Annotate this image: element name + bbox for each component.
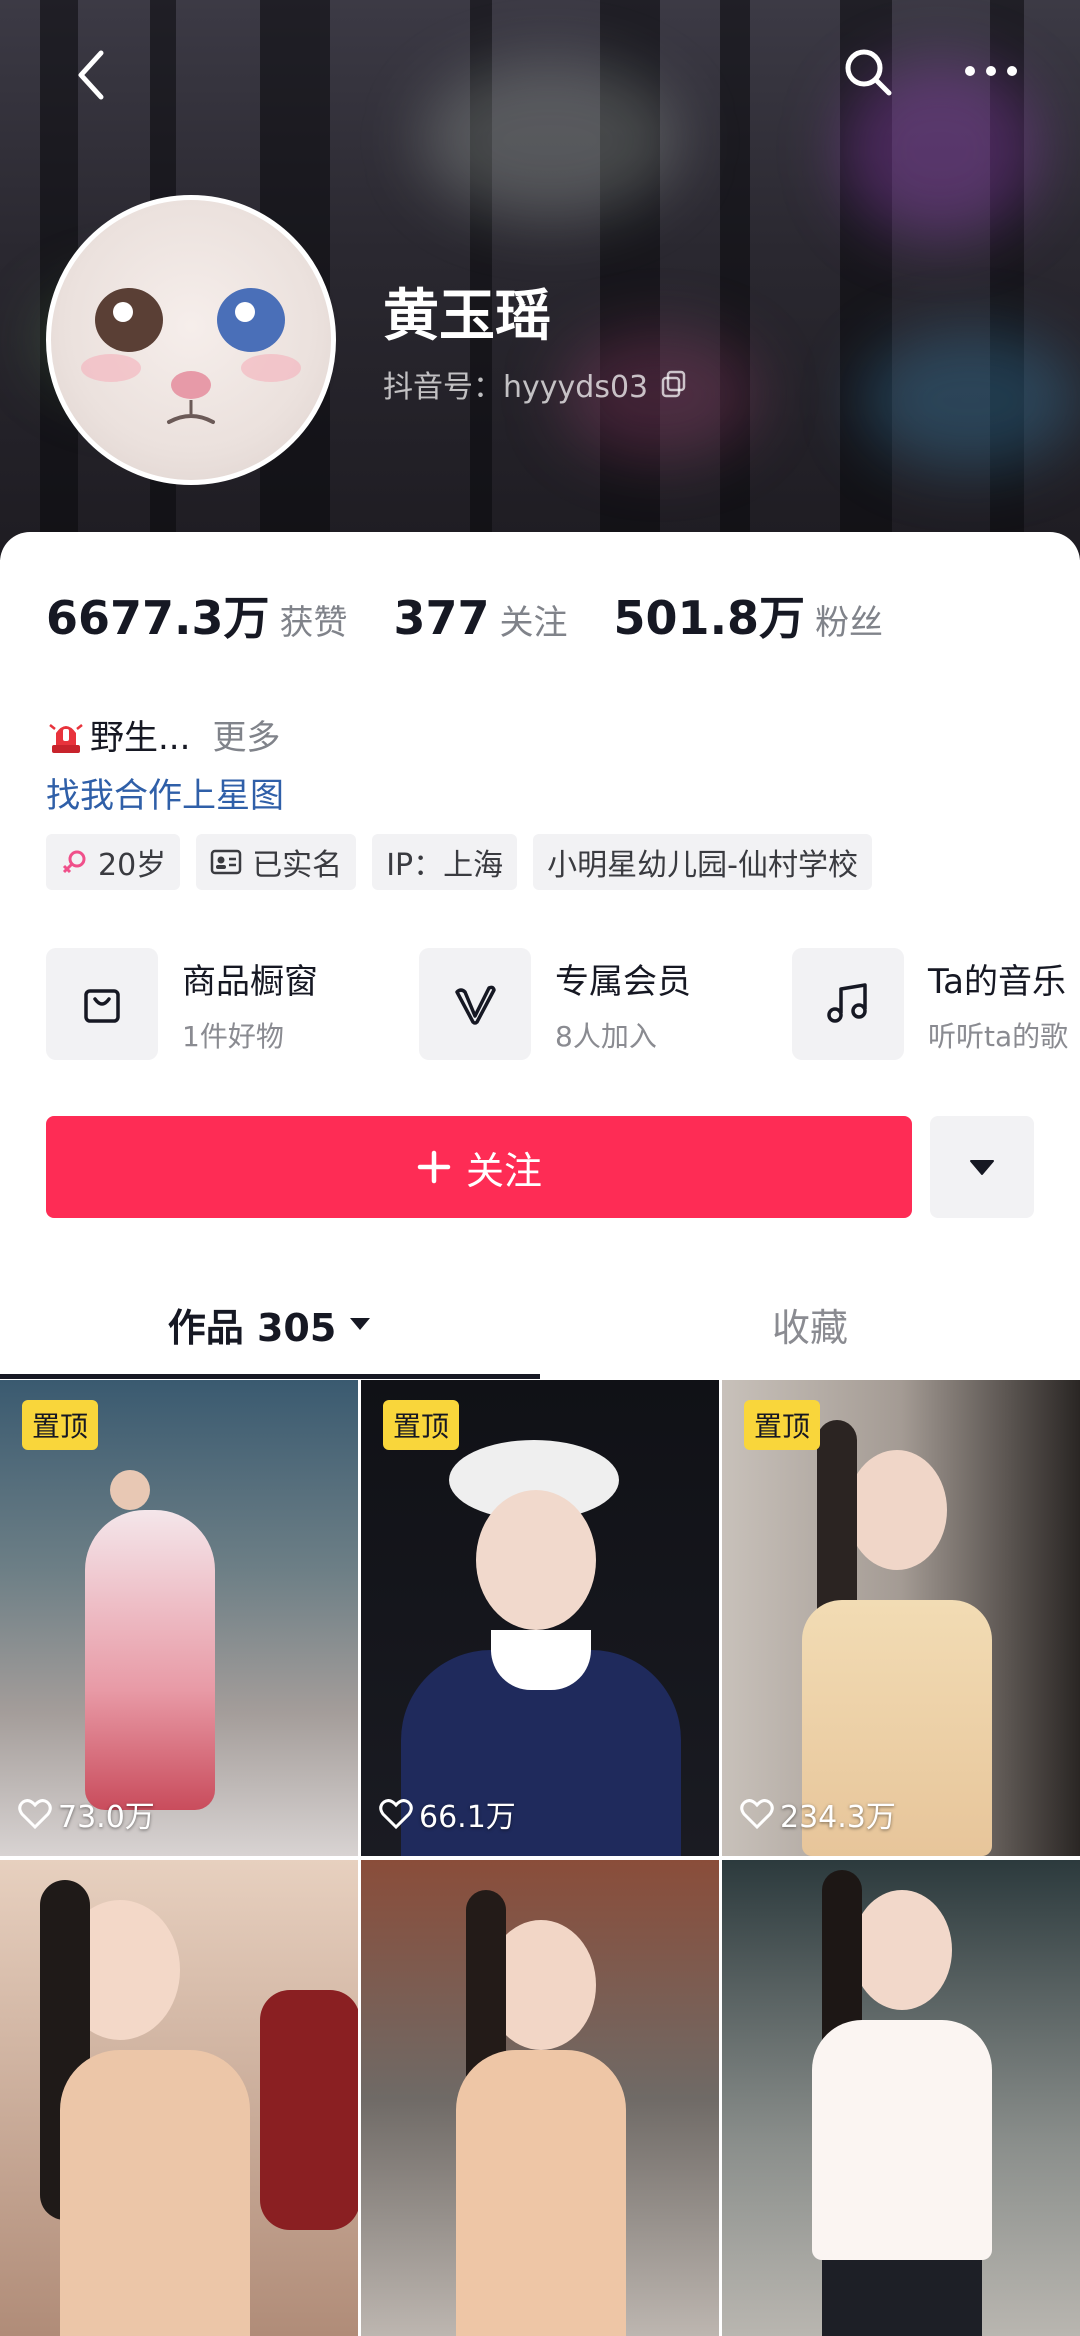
followers-label[interactable]: 粉丝 [815, 595, 883, 644]
profile-name: 黄玉瑶 [383, 284, 551, 349]
copy-icon[interactable] [660, 370, 688, 398]
shop-window-title: 商品橱窗 [182, 961, 318, 1002]
following-label[interactable]: 关注 [500, 595, 568, 644]
shopping-bag-icon [46, 948, 158, 1060]
followers-count[interactable]: 501.8万 [614, 582, 806, 648]
video-likes-count: 66.1万 [419, 1800, 516, 1835]
video-tile[interactable] [361, 1860, 719, 2336]
school-tag[interactable]: 小明星幼儿园-仙村学校 [533, 834, 872, 890]
avatar[interactable] [46, 195, 336, 485]
verified-tag-label: 已实名 [252, 848, 343, 883]
more-dots-icon [965, 66, 1017, 76]
v-badge-icon [419, 948, 531, 1060]
video-tile[interactable]: 置顶 234.3万 [722, 1380, 1080, 1856]
school-tag-label: 小明星幼儿园-仙村学校 [547, 848, 858, 883]
female-icon [62, 850, 86, 874]
back-button[interactable] [60, 40, 120, 110]
follow-button-label: 关注 [465, 1148, 542, 1193]
likes-label: 获赞 [279, 603, 348, 643]
video-likes: 73.0万 [18, 1792, 155, 1836]
membership-entry[interactable]: 专属会员 8人加入 [419, 948, 691, 1060]
plus-icon [417, 1150, 451, 1184]
shop-window-sub: 1件好物 [182, 1019, 284, 1053]
video-likes: 66.1万 [379, 1792, 516, 1836]
chevron-left-icon [78, 50, 104, 100]
follow-options-button[interactable] [930, 1116, 1034, 1218]
tab-favorites[interactable]: 收藏 [540, 1272, 1080, 1376]
music-entry[interactable]: Ta的音乐 听听ta的歌 [792, 948, 1068, 1060]
video-tile[interactable] [722, 1860, 1080, 2336]
video-likes: 234.3万 [740, 1792, 896, 1836]
content-tabs: 作品 305 收藏 [0, 1272, 1080, 1380]
pinned-badge: 置顶 [383, 1400, 460, 1450]
age-tag-label: 20岁 [98, 848, 167, 883]
search-button[interactable] [836, 40, 900, 104]
bio: 野生... 更多 [46, 710, 280, 759]
tab-favorites-label: 收藏 [771, 1305, 848, 1350]
star-map-link[interactable]: 找我合作上星图 [46, 768, 284, 817]
douyin-id-text: 抖音号：hyyyds03 [383, 370, 649, 405]
follow-button[interactable]: 关注 [46, 1116, 912, 1218]
heart-icon [379, 1799, 413, 1829]
video-likes-count: 234.3万 [780, 1800, 896, 1835]
ip-tag: IP：上海 [372, 834, 518, 890]
following-count[interactable]: 377 [394, 591, 490, 645]
video-tile[interactable] [0, 1860, 358, 2336]
tab-works-label: 作品 305 [167, 1305, 337, 1350]
profile-tags: 20岁 已实名 IP：上海 小明星幼儿园-仙村学校 [46, 834, 872, 890]
likes-count: 6677.3万 [46, 591, 270, 645]
triangle-down-icon [970, 1160, 994, 1175]
membership-title: 专属会员 [555, 961, 691, 1002]
siren-icon [49, 723, 83, 753]
verified-tag[interactable]: 已实名 [196, 834, 357, 890]
profile-stats: 6677.3万 获赞 377 关注 501.8万 粉丝 [46, 582, 929, 648]
music-title: Ta的音乐 [928, 961, 1066, 1002]
search-icon [845, 49, 892, 96]
heart-icon [18, 1799, 52, 1829]
music-sub: 听听ta的歌 [928, 1019, 1069, 1053]
video-tile[interactable]: 置顶 66.1万 [361, 1380, 719, 1856]
video-tile[interactable]: 置顶 73.0万 [0, 1380, 358, 1856]
active-tab-indicator [0, 1374, 540, 1379]
music-note-icon [792, 948, 904, 1060]
membership-sub: 8人加入 [555, 1019, 657, 1053]
shop-window-entry[interactable]: 商品橱窗 1件好物 [46, 948, 318, 1060]
id-card-icon [210, 849, 242, 875]
age-tag: 20岁 [46, 834, 181, 890]
pinned-badge: 置顶 [22, 1400, 99, 1450]
more-button[interactable] [956, 46, 1026, 96]
tab-works[interactable]: 作品 305 [0, 1272, 540, 1376]
cat-avatar-image [81, 288, 301, 424]
video-likes-count: 73.0万 [58, 1800, 155, 1835]
bio-text: 野生... [90, 718, 191, 758]
bio-more-link[interactable]: 更多 [212, 710, 280, 759]
ip-tag-label: IP：上海 [386, 848, 504, 883]
caret-down-icon [350, 1318, 371, 1330]
heart-icon [740, 1799, 774, 1829]
pinned-badge: 置顶 [744, 1400, 821, 1450]
douyin-id[interactable]: 抖音号：hyyyds03 [383, 362, 688, 406]
feature-entries: 商品橱窗 1件好物 专属会员 8人加入 Ta的音乐 听听ta的歌 [46, 948, 1080, 1060]
